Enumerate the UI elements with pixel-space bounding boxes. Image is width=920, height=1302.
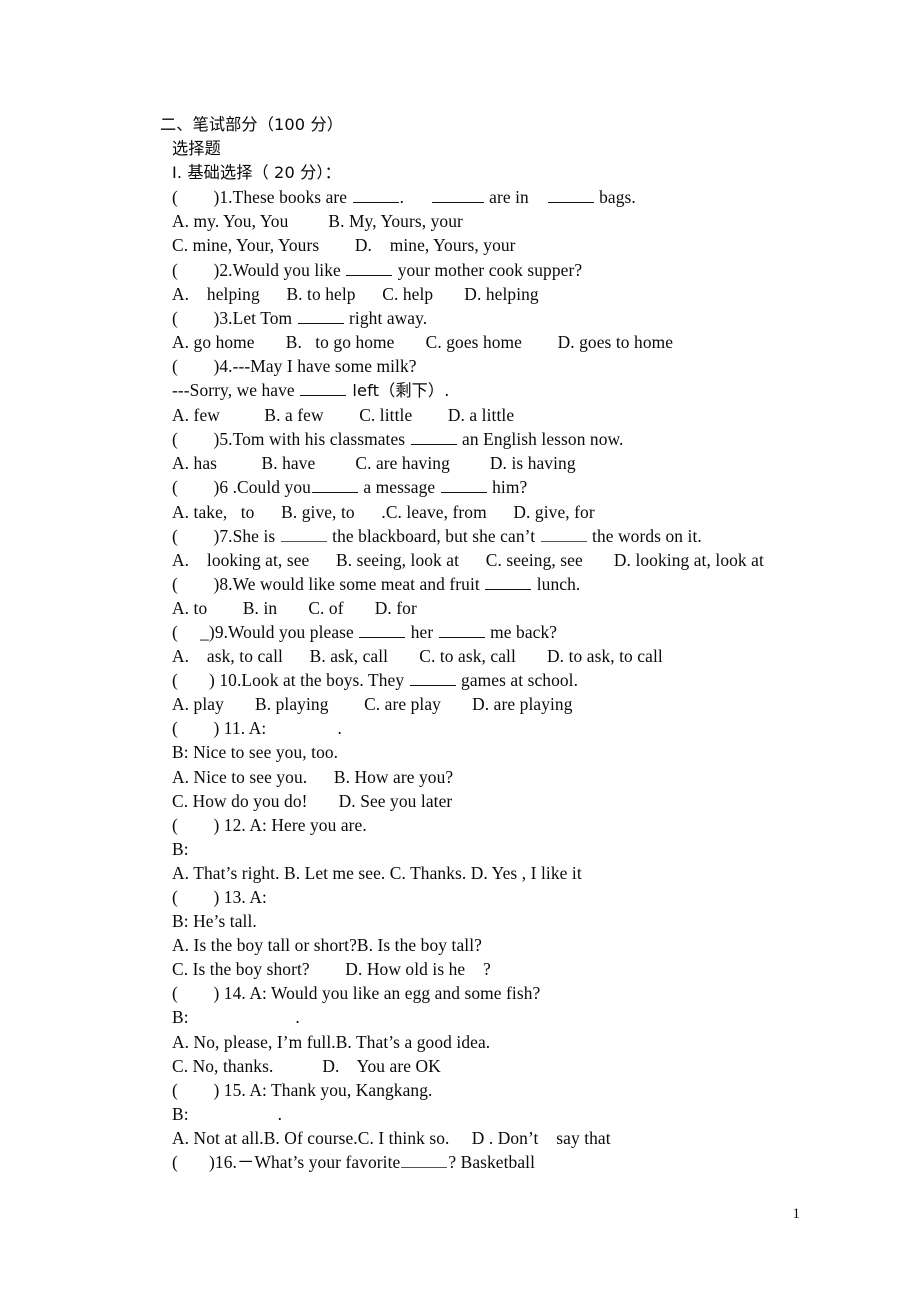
subsection-heading: 选择题 (172, 139, 221, 159)
question-11-options-b: C. How do you do! D. See you later (172, 790, 453, 811)
question-11-dialogue-b: B: Nice to see you, too. (172, 742, 339, 763)
question-1-options-b: C. mine, Your, Yours D. mine, Yours, you… (172, 235, 516, 256)
q16-blank-1 (401, 1151, 448, 1169)
question-13-stem: ( ) 13. A: (172, 887, 267, 907)
q16-stem-prefix: ( )16.－What’s your favorite (172, 1152, 401, 1173)
question-9-stem: ( _)9.Would you please her me back? (172, 620, 860, 644)
q8-stem-suffix: lunch. (532, 573, 581, 594)
q5-stem-prefix: ( )5.Tom with his classmates (172, 429, 410, 450)
question-11-options-a: A. Nice to see you. B. How are you? (172, 766, 454, 787)
q9-blank-1 (359, 621, 406, 638)
q1-blank-1 (352, 186, 399, 204)
q9-stem-mid1: her (406, 621, 438, 642)
question-11-stem: ( ) 11. A: . (172, 716, 860, 740)
q11-stem-suffix: . (266, 718, 342, 739)
q6-stem-prefix: ( )6 .Could you (172, 477, 311, 498)
q6-stem-suffix: him? (487, 477, 528, 498)
q10-stem-prefix: ( ) 10.Look at the boys. They (172, 670, 409, 691)
question-12-dialogue-b: B: (172, 838, 189, 859)
question-8-options-a: A. to B. in C. of D. for (172, 597, 417, 618)
q7-blank-2 (540, 525, 587, 542)
question-5-stem: ( )5.Tom with his classmates an English … (172, 427, 860, 451)
q6-blank-1 (311, 476, 358, 494)
q10-blank-1 (409, 669, 456, 687)
question-15-dialogue-b: B: . (172, 1103, 283, 1124)
question-2-options-a: A. helping B. to help C. help D. helping (172, 283, 539, 304)
q11-stem-prefix: ( ) 11. A: (172, 718, 267, 739)
question-16-stem: ( )16.－What’s your favorite ? Basketball (172, 1150, 860, 1174)
question-7-stem: ( )7.She is the blackboard, but she can’… (172, 524, 860, 548)
question-12-stem: ( ) 12. A: Here you are. (172, 814, 367, 835)
question-9-options-a: A. ask, to call B. ask, call C. to ask, … (172, 646, 663, 667)
question-13-options-a: A. Is the boy tall or short?B. Is the bo… (172, 935, 482, 956)
q8-stem-prefix: ( )8.We would like some meat and fruit (172, 573, 485, 594)
q4-cont-suffix: left（剩下）. (347, 381, 450, 401)
page-number: 1 (792, 1206, 801, 1222)
q1-stem-mid2: are in (484, 187, 547, 208)
q2-stem-prefix: ( )2.Would you like (172, 259, 346, 280)
question-14-stem: ( ) 14. A: Would you like an egg and som… (172, 983, 541, 1004)
question-12-options-a: A. That’s right. B. Let me see. C. Thank… (172, 862, 582, 883)
q1-stem-suffix: bags. (594, 187, 636, 208)
question-8-stem: ( )8.We would like some meat and fruit l… (172, 572, 860, 596)
question-1-stem: ( )1.These books are . are in bags. (172, 185, 860, 209)
document-body: 二、笔试部分（100 分） 选择题 I. 基础选择（ 20 分）： ( )1.T… (160, 113, 860, 1174)
question-13-options-b: C. Is the boy short? D. How old is he ? (172, 959, 491, 980)
question-6-stem: ( )6 .Could you a message him? (172, 475, 860, 499)
part-heading: I. 基础选择（ 20 分）： (172, 163, 341, 183)
question-5-options-a: A. has B. have C. are having D. is havin… (172, 453, 576, 474)
q6-blank-2 (440, 476, 487, 494)
q3-blank-1 (297, 307, 344, 324)
question-7-options-a: A. looking at, see B. seeing, look at C.… (172, 549, 764, 570)
q5-blank-1 (410, 428, 457, 446)
q9-blank-2 (438, 621, 485, 638)
question-2-stem: ( )2.Would you like your mother cook sup… (172, 258, 860, 282)
question-3-options-a: A. go home B. to go home C. goes home D.… (172, 331, 674, 352)
q1-stem-mid1: . (399, 187, 431, 208)
q9-stem-prefix: ( _)9.Would you please (172, 621, 359, 642)
q8-blank-1 (485, 573, 532, 590)
q1-blank-3 (547, 186, 594, 204)
q5-stem-suffix: an English lesson now. (457, 429, 624, 450)
q7-stem-mid1: the blackboard, but she can’t (327, 525, 540, 546)
question-13-dialogue-b: B: He’s tall. (172, 911, 257, 932)
q7-stem-suffix: the words on it. (587, 525, 702, 546)
question-4-stem: ( )4.---May I have some milk? (172, 355, 417, 376)
question-15-stem: ( ) 15. A: Thank you, Kangkang. (172, 1079, 433, 1100)
question-3-stem: ( )3.Let Tom right away. (172, 306, 860, 330)
q7-stem-prefix: ( )7.She is (172, 525, 280, 546)
q2-stem-suffix: your mother cook supper? (393, 259, 583, 280)
question-4-options-a: A. few B. a few C. little D. a little (172, 405, 515, 426)
question-10-stem: ( ) 10.Look at the boys. They games at s… (172, 668, 860, 692)
q7-blank-1 (280, 525, 327, 542)
q6-stem-mid1: a message (358, 477, 440, 498)
question-14-options-b: C. No, thanks. D. You are OK (172, 1055, 441, 1076)
question-1-options-a: A. my. You, You B. My, Yours, your (172, 211, 463, 232)
q4-cont-prefix: ---Sorry, we have (172, 380, 300, 401)
q4-blank-1 (300, 379, 347, 397)
q1-stem-prefix: ( )1.These books are (172, 187, 352, 208)
q2-blank-1 (346, 259, 393, 276)
section-heading: 二、笔试部分（100 分） (160, 115, 344, 134)
q3-stem-prefix: ( )3.Let Tom (172, 307, 297, 328)
question-14-options-a: A. No, please, I’m full.B. That’s a good… (172, 1031, 491, 1052)
question-6-options-a: A. take, to B. give, to .C. leave, from … (172, 501, 595, 522)
q3-stem-suffix: right away. (344, 307, 428, 328)
q16-stem-suffix: ? Basketball (448, 1152, 536, 1173)
question-4-continuation: ---Sorry, we have left（剩下）. (172, 378, 860, 403)
q10-stem-suffix: games at school. (456, 670, 579, 691)
q9-stem-suffix: me back? (485, 621, 558, 642)
q1-blank-2 (431, 186, 484, 204)
document-page: 二、笔试部分（100 分） 选择题 I. 基础选择（ 20 分）： ( )1.T… (0, 0, 920, 1302)
question-10-options-a: A. play B. playing C. are play D. are pl… (172, 694, 573, 715)
question-15-options-a: A. Not at all.B. Of course.C. I think so… (172, 1127, 611, 1148)
question-14-dialogue-b: B: . (172, 1007, 300, 1028)
